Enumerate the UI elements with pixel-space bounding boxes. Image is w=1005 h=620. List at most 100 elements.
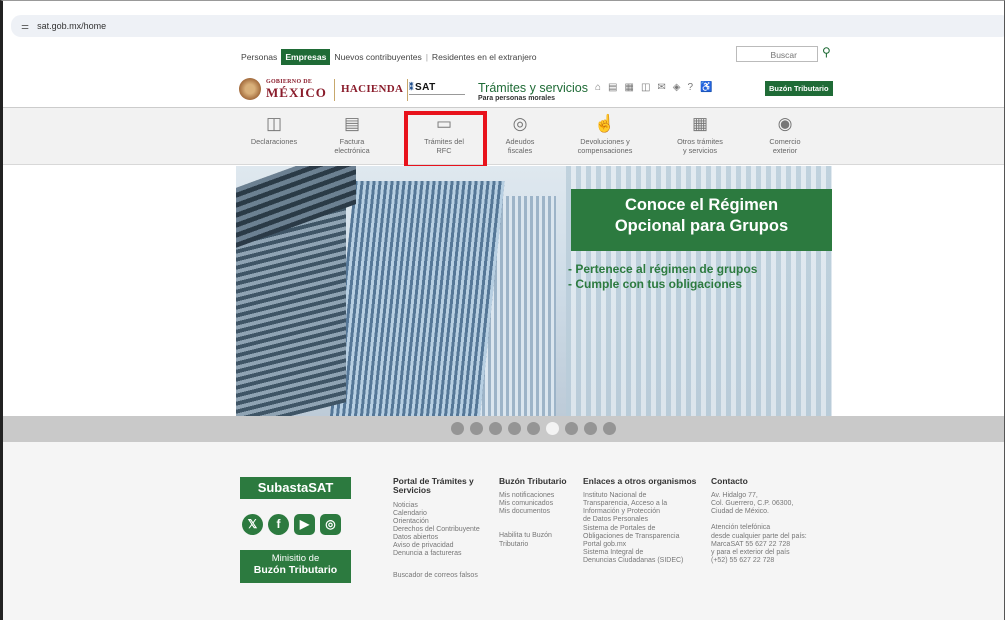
carousel-dots: [451, 422, 616, 435]
footer-link[interactable]: Derechos del Contribuyente: [393, 526, 493, 534]
hero-bullet: - Pertenece al régimen de grupos: [568, 262, 758, 276]
footer-link[interactable]: Denuncias Ciudadanas (SIDEC): [583, 557, 708, 565]
phone-line: desde cualquier parte del país:: [711, 532, 807, 540]
service-label: Otros trámites: [677, 137, 723, 146]
sat-text: SAT: [415, 82, 436, 93]
phone-line: MarcaSAT 55 627 22 728: [711, 540, 791, 548]
carousel-dot[interactable]: [584, 422, 597, 435]
factura-icon: ▤: [343, 114, 361, 133]
document-icon[interactable]: ▤: [608, 82, 617, 93]
footer-contacto-column: Contacto Av. Hidalgo 77, Col. Guerrero, …: [711, 476, 831, 565]
mail-icon[interactable]: ✉: [657, 82, 665, 93]
service-label: Devoluciones y: [580, 137, 630, 146]
footer-link[interactable]: Información y Protección: [583, 508, 708, 516]
carousel-dot[interactable]: [603, 422, 616, 435]
address-line: Col. Guerrero, C.P. 06300,: [711, 500, 794, 508]
service-comercio-exterior[interactable]: ◉ Comercio exterior: [745, 114, 825, 156]
footer-link[interactable]: Instituto Nacional de: [583, 492, 708, 500]
rfc-highlight-box: [404, 111, 487, 169]
nav-personas[interactable]: Personas: [237, 52, 281, 62]
footer-link[interactable]: Tributario: [499, 541, 583, 549]
footer-link[interactable]: Calendario: [393, 510, 493, 518]
mexico-text[interactable]: MÉXICO: [266, 85, 327, 101]
social-links: 𝕏 f ▶ ◎: [242, 514, 341, 535]
address-bar[interactable]: ⚌ sat.gob.mx/home: [11, 15, 1004, 37]
footer-heading: Contacto: [711, 476, 748, 486]
brand-bar: GOBIERNO DE MÉXICO HACIENDA ⁑SAT Trámite…: [239, 75, 839, 105]
accessibility-icon[interactable]: ♿: [700, 82, 712, 93]
footer-link[interactable]: Portal gob.mx: [583, 541, 708, 549]
help-icon[interactable]: ?: [688, 82, 694, 93]
footer-buzon-column: Buzón Tributario Mis notificaciones Mis …: [499, 476, 583, 549]
service-label: Adeudos: [505, 137, 535, 146]
building-image: [327, 181, 505, 416]
carousel-dot[interactable]: [527, 422, 540, 435]
footer-heading: Enlaces a otros organismos: [583, 476, 697, 486]
hero-banner[interactable]: Conoce el Régimen Opcional para Grupos -…: [236, 166, 832, 416]
service-declaraciones[interactable]: ◫ Declaraciones: [234, 114, 314, 147]
compass-icon[interactable]: ◈: [673, 82, 681, 93]
sat-dots-icon: ⁑: [409, 82, 414, 92]
gobierno-seal-icon[interactable]: [239, 78, 261, 100]
footer-enlaces-column: Enlaces a otros organismos Instituto Nac…: [583, 476, 708, 565]
youtube-icon[interactable]: ▶: [294, 514, 315, 535]
carousel-dot-active[interactable]: [546, 422, 559, 435]
address-line: Av. Hidalgo 77,: [711, 492, 758, 500]
otros-tramites-icon: ▦: [691, 114, 709, 133]
minisitio-label: Minisitio de: [271, 553, 320, 564]
search-input[interactable]: [736, 46, 818, 62]
service-factura-electronica[interactable]: ▤ Factura electrónica: [312, 114, 392, 156]
footer-link[interactable]: Buscador de correos falsos: [393, 572, 493, 580]
footer-link[interactable]: Sistema Integral de: [583, 549, 708, 557]
instagram-icon[interactable]: ◎: [320, 514, 341, 535]
declaraciones-icon: ◫: [265, 114, 283, 133]
search-icon[interactable]: ⚲: [822, 45, 831, 59]
footer-link[interactable]: Sistema de Portales de: [583, 525, 708, 533]
service-devoluciones[interactable]: ☝ Devoluciones y compensaciones: [565, 114, 645, 156]
carousel-dot[interactable]: [489, 422, 502, 435]
footer-link[interactable]: Obligaciones de Transparencia: [583, 533, 708, 541]
footer-link[interactable]: Orientación: [393, 518, 493, 526]
service-label: y servicios: [682, 145, 718, 155]
footer-link[interactable]: de Datos Personales: [583, 516, 708, 524]
browser-window: ⚌ sat.gob.mx/home Personas Empresas Nuev…: [0, 0, 1005, 620]
hero-headline-line: Opcional para Grupos: [614, 217, 789, 236]
footer-link[interactable]: Mis notificaciones: [499, 492, 583, 500]
service-adeudos-fiscales[interactable]: ◎ Adeudos fiscales: [480, 114, 560, 156]
subastasat-button[interactable]: SubastaSAT: [240, 477, 351, 499]
footer-link[interactable]: Mis documentos: [499, 508, 583, 516]
footer-link[interactable]: Datos abiertos: [393, 534, 493, 542]
facebook-icon[interactable]: f: [268, 514, 289, 535]
x-twitter-icon[interactable]: 𝕏: [242, 514, 263, 535]
footer-link[interactable]: Denuncia a factureras: [393, 550, 493, 558]
url-text: sat.gob.mx/home: [37, 21, 107, 31]
hacienda-logo[interactable]: HACIENDA: [341, 83, 403, 95]
carousel-dot[interactable]: [508, 422, 521, 435]
nav-empresas[interactable]: Empresas: [281, 49, 331, 65]
footer-link[interactable]: Habilita tu Buzón: [499, 532, 583, 540]
footer-link[interactable]: Mis comunicados: [499, 500, 583, 508]
carousel-dot[interactable]: [565, 422, 578, 435]
tune-icon[interactable]: ⚌: [21, 21, 29, 32]
calendar-icon[interactable]: ▦: [625, 82, 634, 93]
carousel-dot[interactable]: [470, 422, 483, 435]
nav-nuevos-contribuyentes[interactable]: Nuevos contribuyentes: [330, 52, 425, 62]
footer-link[interactable]: Aviso de privacidad: [393, 542, 493, 550]
sat-logo[interactable]: ⁑SAT: [409, 82, 436, 93]
home-icon[interactable]: ⌂: [595, 82, 601, 93]
book-icon[interactable]: ◫: [641, 82, 650, 93]
nav-residentes-extranjero[interactable]: Residentes en el extranjero: [428, 52, 541, 62]
page-title: Trámites y servicios: [478, 81, 588, 95]
footer-link[interactable]: Transparencia, Acceso a la: [583, 500, 708, 508]
service-label: Factura: [339, 137, 365, 146]
phone-line: y para el exterior del país: [711, 548, 790, 556]
footer-heading: Portal de Trámites y Servicios: [393, 476, 474, 496]
service-label: Declaraciones: [250, 137, 298, 146]
carousel-dot[interactable]: [451, 422, 464, 435]
hero-bullet: - Cumple con tus obligaciones: [568, 277, 743, 291]
service-otros-tramites[interactable]: ▦ Otros trámites y servicios: [660, 114, 740, 156]
footer-link[interactable]: Noticias: [393, 502, 493, 510]
service-label: electrónica: [334, 145, 370, 155]
minisitio-buzon-button[interactable]: Minisitio de Buzón Tributario: [240, 550, 351, 583]
buzon-tributario-button[interactable]: Buzón Tributario: [765, 81, 833, 96]
